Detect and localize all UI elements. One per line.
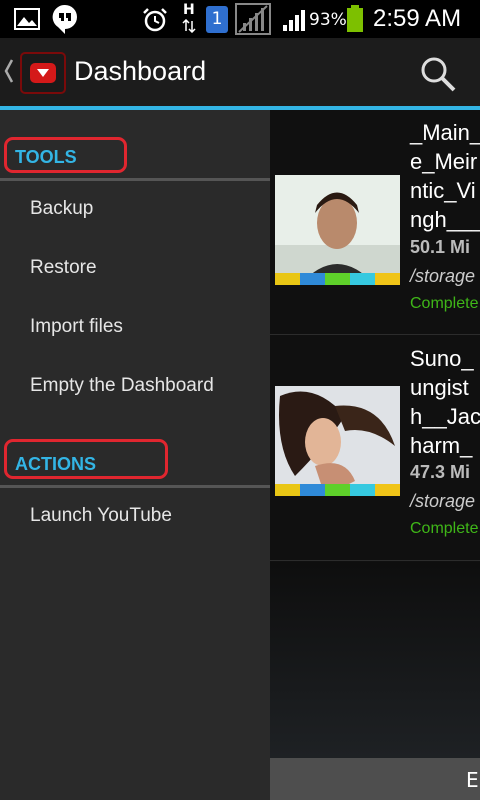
page-title: Dashboard <box>74 56 207 86</box>
thumbnail-strip <box>275 484 400 496</box>
action-bar: Dashboard <box>0 38 480 106</box>
back-chevron-icon[interactable] <box>4 58 14 84</box>
no-signal-icon <box>235 3 271 35</box>
video-thumbnail <box>275 175 400 285</box>
menu-item-launch-youtube[interactable]: Launch YouTube <box>0 490 270 546</box>
annotation-circle <box>4 439 168 479</box>
data-transfer-icon <box>182 19 196 33</box>
clock: 2:59 AM <box>373 5 462 32</box>
hangouts-icon <box>52 4 77 34</box>
bottom-bar[interactable]: E <box>270 758 480 800</box>
navigation-drawer: TOOLS Backup Restore Import files Empty … <box>0 110 270 800</box>
video-path: /storage <box>410 266 476 286</box>
network-type-indicator: H <box>183 2 195 18</box>
menu-item-import-files[interactable]: Import files <box>0 301 270 357</box>
menu-item-backup[interactable]: Backup <box>0 183 270 239</box>
signal-icon <box>283 10 305 31</box>
list-item[interactable]: _Main_ e_Meir ntic_Vi ngh___ 50.1 Mi /st… <box>270 110 480 335</box>
menu-item-label: Empty the Dashboard <box>30 375 214 396</box>
battery-percent: 93% <box>309 10 347 30</box>
bottom-bar-label: E <box>466 768 479 792</box>
battery-icon <box>347 5 363 32</box>
gallery-icon <box>14 8 40 30</box>
empty-list-area <box>270 562 480 758</box>
annotation-circle <box>4 137 127 173</box>
video-status: Complete <box>410 295 479 312</box>
video-title: _Main_ e_Meir ntic_Vi ngh___ <box>410 120 480 232</box>
list-divider <box>270 560 480 561</box>
list-divider <box>270 334 480 335</box>
menu-item-label: Restore <box>30 257 97 278</box>
app-logo-icon[interactable] <box>20 52 66 94</box>
section-divider <box>0 178 270 181</box>
menu-item-label: Launch YouTube <box>30 505 172 526</box>
video-title: Suno_ ungist h__Jac harm_ <box>410 346 480 458</box>
video-thumbnail <box>275 386 400 496</box>
thumbnail-strip <box>275 273 400 285</box>
video-status: Complete <box>410 520 479 537</box>
search-icon[interactable] <box>418 54 458 94</box>
alarm-icon <box>143 8 167 32</box>
status-bar: H 1 93% 2:59 AM <box>0 0 480 38</box>
video-size: 47.3 Mi <box>410 462 471 482</box>
menu-item-label: Backup <box>30 198 94 219</box>
section-divider <box>0 485 270 488</box>
menu-item-restore[interactable]: Restore <box>0 242 270 298</box>
menu-item-empty-dashboard[interactable]: Empty the Dashboard <box>0 360 270 416</box>
list-item[interactable]: Suno_ ungist h__Jac harm_ 47.3 Mi /stora… <box>270 336 480 561</box>
video-path: /storage <box>410 491 476 511</box>
sim-icon: 1 <box>206 6 228 33</box>
menu-item-label: Import files <box>30 316 123 337</box>
video-size: 50.1 Mi <box>410 237 471 257</box>
